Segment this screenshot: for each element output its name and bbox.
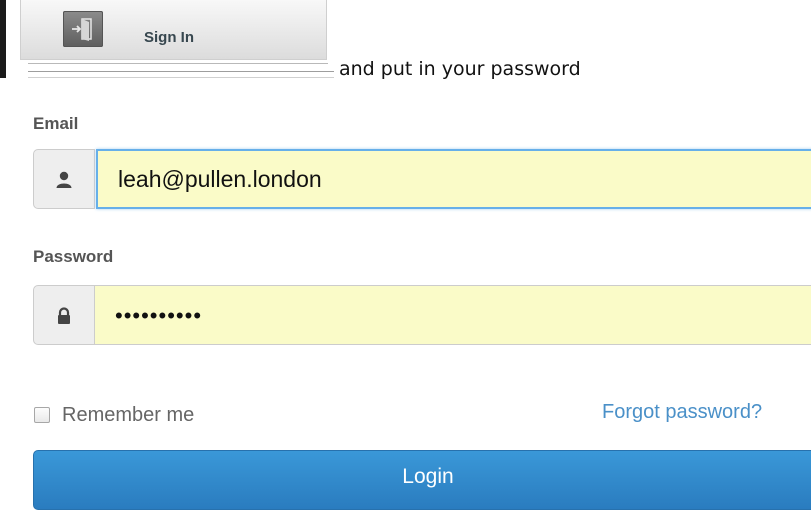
remember-me-label: Remember me: [62, 403, 195, 426]
email-label: Email: [33, 114, 79, 133]
divider: [28, 71, 334, 72]
email-addon: [33, 149, 95, 209]
divider: [28, 63, 328, 64]
remember-me-checkbox[interactable]: [34, 407, 50, 423]
left-dark-bar: [0, 0, 6, 78]
divider: [28, 77, 334, 78]
instruction-text: and put in your password: [339, 58, 581, 80]
sign-in-menu-item[interactable]: Sign In: [20, 0, 327, 60]
forgot-password-link[interactable]: Forgot password?: [602, 401, 762, 424]
password-input-group: [33, 285, 811, 347]
password-label: Password: [33, 247, 114, 266]
user-icon: [56, 171, 72, 188]
remember-me[interactable]: Remember me: [34, 403, 194, 427]
sign-in-icon: [63, 11, 103, 47]
email-input-group: [33, 149, 811, 211]
password-field[interactable]: [95, 285, 811, 345]
lock-icon: [58, 307, 70, 324]
login-button[interactable]: Login: [33, 450, 811, 510]
email-field[interactable]: [96, 149, 811, 209]
password-addon: [33, 285, 95, 345]
sign-in-label: Sign In: [144, 29, 194, 46]
